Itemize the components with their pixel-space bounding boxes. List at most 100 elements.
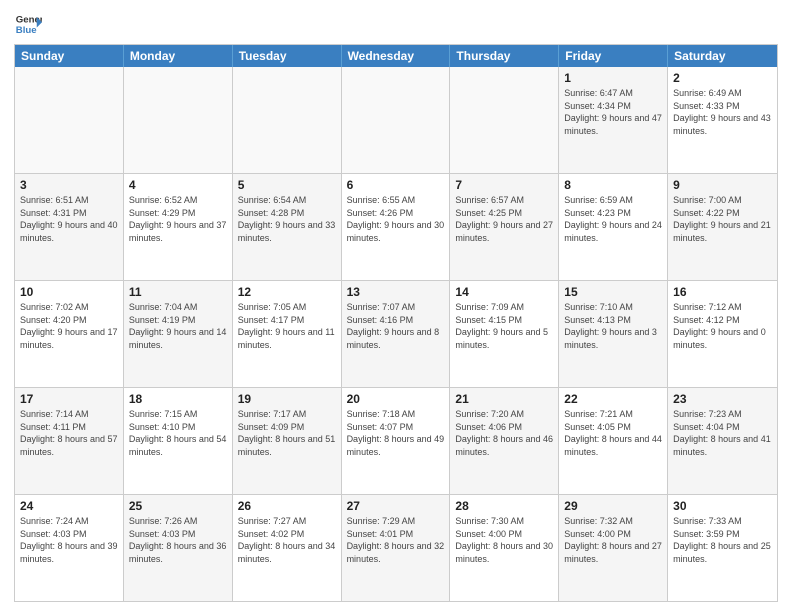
day-cell-6: 6Sunrise: 6:55 AM Sunset: 4:26 PM Daylig… <box>342 174 451 280</box>
page: General Blue SundayMondayTuesdayWednesda… <box>0 0 792 612</box>
calendar-row: 3Sunrise: 6:51 AM Sunset: 4:31 PM Daylig… <box>15 174 777 281</box>
day-cell-15: 15Sunrise: 7:10 AM Sunset: 4:13 PM Dayli… <box>559 281 668 387</box>
day-number: 21 <box>455 391 553 407</box>
day-info: Sunrise: 7:23 AM Sunset: 4:04 PM Dayligh… <box>673 408 772 458</box>
day-info: Sunrise: 7:27 AM Sunset: 4:02 PM Dayligh… <box>238 515 336 565</box>
day-number: 20 <box>347 391 445 407</box>
day-number: 8 <box>564 177 662 193</box>
day-info: Sunrise: 6:57 AM Sunset: 4:25 PM Dayligh… <box>455 194 553 244</box>
day-number: 5 <box>238 177 336 193</box>
day-cell-27: 27Sunrise: 7:29 AM Sunset: 4:01 PM Dayli… <box>342 495 451 601</box>
day-info: Sunrise: 7:12 AM Sunset: 4:12 PM Dayligh… <box>673 301 772 351</box>
day-info: Sunrise: 7:05 AM Sunset: 4:17 PM Dayligh… <box>238 301 336 351</box>
day-cell-11: 11Sunrise: 7:04 AM Sunset: 4:19 PM Dayli… <box>124 281 233 387</box>
day-number: 2 <box>673 70 772 86</box>
day-info: Sunrise: 7:24 AM Sunset: 4:03 PM Dayligh… <box>20 515 118 565</box>
day-number: 18 <box>129 391 227 407</box>
day-info: Sunrise: 7:15 AM Sunset: 4:10 PM Dayligh… <box>129 408 227 458</box>
day-number: 13 <box>347 284 445 300</box>
day-cell-17: 17Sunrise: 7:14 AM Sunset: 4:11 PM Dayli… <box>15 388 124 494</box>
day-cell-29: 29Sunrise: 7:32 AM Sunset: 4:00 PM Dayli… <box>559 495 668 601</box>
day-number: 4 <box>129 177 227 193</box>
day-info: Sunrise: 7:21 AM Sunset: 4:05 PM Dayligh… <box>564 408 662 458</box>
day-cell-22: 22Sunrise: 7:21 AM Sunset: 4:05 PM Dayli… <box>559 388 668 494</box>
day-info: Sunrise: 6:55 AM Sunset: 4:26 PM Dayligh… <box>347 194 445 244</box>
day-info: Sunrise: 6:52 AM Sunset: 4:29 PM Dayligh… <box>129 194 227 244</box>
day-info: Sunrise: 7:14 AM Sunset: 4:11 PM Dayligh… <box>20 408 118 458</box>
day-info: Sunrise: 6:54 AM Sunset: 4:28 PM Dayligh… <box>238 194 336 244</box>
day-cell-12: 12Sunrise: 7:05 AM Sunset: 4:17 PM Dayli… <box>233 281 342 387</box>
empty-cell <box>342 67 451 173</box>
day-cell-2: 2Sunrise: 6:49 AM Sunset: 4:33 PM Daylig… <box>668 67 777 173</box>
day-info: Sunrise: 7:32 AM Sunset: 4:00 PM Dayligh… <box>564 515 662 565</box>
day-number: 29 <box>564 498 662 514</box>
header-day-saturday: Saturday <box>668 45 777 67</box>
day-number: 9 <box>673 177 772 193</box>
day-number: 10 <box>20 284 118 300</box>
day-cell-28: 28Sunrise: 7:30 AM Sunset: 4:00 PM Dayli… <box>450 495 559 601</box>
calendar-header: SundayMondayTuesdayWednesdayThursdayFrid… <box>15 45 777 67</box>
day-number: 1 <box>564 70 662 86</box>
day-info: Sunrise: 7:07 AM Sunset: 4:16 PM Dayligh… <box>347 301 445 351</box>
day-cell-18: 18Sunrise: 7:15 AM Sunset: 4:10 PM Dayli… <box>124 388 233 494</box>
day-number: 7 <box>455 177 553 193</box>
day-cell-16: 16Sunrise: 7:12 AM Sunset: 4:12 PM Dayli… <box>668 281 777 387</box>
day-cell-13: 13Sunrise: 7:07 AM Sunset: 4:16 PM Dayli… <box>342 281 451 387</box>
day-cell-5: 5Sunrise: 6:54 AM Sunset: 4:28 PM Daylig… <box>233 174 342 280</box>
day-cell-8: 8Sunrise: 6:59 AM Sunset: 4:23 PM Daylig… <box>559 174 668 280</box>
day-info: Sunrise: 7:20 AM Sunset: 4:06 PM Dayligh… <box>455 408 553 458</box>
day-cell-20: 20Sunrise: 7:18 AM Sunset: 4:07 PM Dayli… <box>342 388 451 494</box>
day-info: Sunrise: 7:00 AM Sunset: 4:22 PM Dayligh… <box>673 194 772 244</box>
day-cell-4: 4Sunrise: 6:52 AM Sunset: 4:29 PM Daylig… <box>124 174 233 280</box>
header-day-thursday: Thursday <box>450 45 559 67</box>
day-number: 25 <box>129 498 227 514</box>
day-info: Sunrise: 7:17 AM Sunset: 4:09 PM Dayligh… <box>238 408 336 458</box>
day-number: 19 <box>238 391 336 407</box>
calendar-body: 1Sunrise: 6:47 AM Sunset: 4:34 PM Daylig… <box>15 67 777 601</box>
calendar-row: 10Sunrise: 7:02 AM Sunset: 4:20 PM Dayli… <box>15 281 777 388</box>
day-info: Sunrise: 7:04 AM Sunset: 4:19 PM Dayligh… <box>129 301 227 351</box>
day-number: 24 <box>20 498 118 514</box>
day-cell-14: 14Sunrise: 7:09 AM Sunset: 4:15 PM Dayli… <box>450 281 559 387</box>
day-info: Sunrise: 7:18 AM Sunset: 4:07 PM Dayligh… <box>347 408 445 458</box>
day-number: 15 <box>564 284 662 300</box>
day-info: Sunrise: 7:09 AM Sunset: 4:15 PM Dayligh… <box>455 301 553 351</box>
day-number: 16 <box>673 284 772 300</box>
day-number: 28 <box>455 498 553 514</box>
calendar-row: 24Sunrise: 7:24 AM Sunset: 4:03 PM Dayli… <box>15 495 777 601</box>
day-cell-24: 24Sunrise: 7:24 AM Sunset: 4:03 PM Dayli… <box>15 495 124 601</box>
empty-cell <box>124 67 233 173</box>
logo: General Blue <box>14 10 42 38</box>
day-number: 6 <box>347 177 445 193</box>
header: General Blue <box>14 10 778 38</box>
day-cell-25: 25Sunrise: 7:26 AM Sunset: 4:03 PM Dayli… <box>124 495 233 601</box>
day-number: 30 <box>673 498 772 514</box>
day-cell-23: 23Sunrise: 7:23 AM Sunset: 4:04 PM Dayli… <box>668 388 777 494</box>
calendar-row: 17Sunrise: 7:14 AM Sunset: 4:11 PM Dayli… <box>15 388 777 495</box>
day-info: Sunrise: 7:29 AM Sunset: 4:01 PM Dayligh… <box>347 515 445 565</box>
day-number: 11 <box>129 284 227 300</box>
day-cell-30: 30Sunrise: 7:33 AM Sunset: 3:59 PM Dayli… <box>668 495 777 601</box>
svg-text:Blue: Blue <box>16 25 37 36</box>
calendar: SundayMondayTuesdayWednesdayThursdayFrid… <box>14 44 778 602</box>
header-day-tuesday: Tuesday <box>233 45 342 67</box>
day-info: Sunrise: 7:33 AM Sunset: 3:59 PM Dayligh… <box>673 515 772 565</box>
day-info: Sunrise: 7:30 AM Sunset: 4:00 PM Dayligh… <box>455 515 553 565</box>
empty-cell <box>15 67 124 173</box>
header-day-wednesday: Wednesday <box>342 45 451 67</box>
day-number: 14 <box>455 284 553 300</box>
day-cell-3: 3Sunrise: 6:51 AM Sunset: 4:31 PM Daylig… <box>15 174 124 280</box>
header-day-sunday: Sunday <box>15 45 124 67</box>
header-day-friday: Friday <box>559 45 668 67</box>
day-info: Sunrise: 6:59 AM Sunset: 4:23 PM Dayligh… <box>564 194 662 244</box>
day-info: Sunrise: 7:10 AM Sunset: 4:13 PM Dayligh… <box>564 301 662 351</box>
empty-cell <box>450 67 559 173</box>
day-cell-21: 21Sunrise: 7:20 AM Sunset: 4:06 PM Dayli… <box>450 388 559 494</box>
day-cell-10: 10Sunrise: 7:02 AM Sunset: 4:20 PM Dayli… <box>15 281 124 387</box>
header-day-monday: Monday <box>124 45 233 67</box>
empty-cell <box>233 67 342 173</box>
day-number: 17 <box>20 391 118 407</box>
day-number: 22 <box>564 391 662 407</box>
logo-icon: General Blue <box>14 10 42 38</box>
day-cell-26: 26Sunrise: 7:27 AM Sunset: 4:02 PM Dayli… <box>233 495 342 601</box>
